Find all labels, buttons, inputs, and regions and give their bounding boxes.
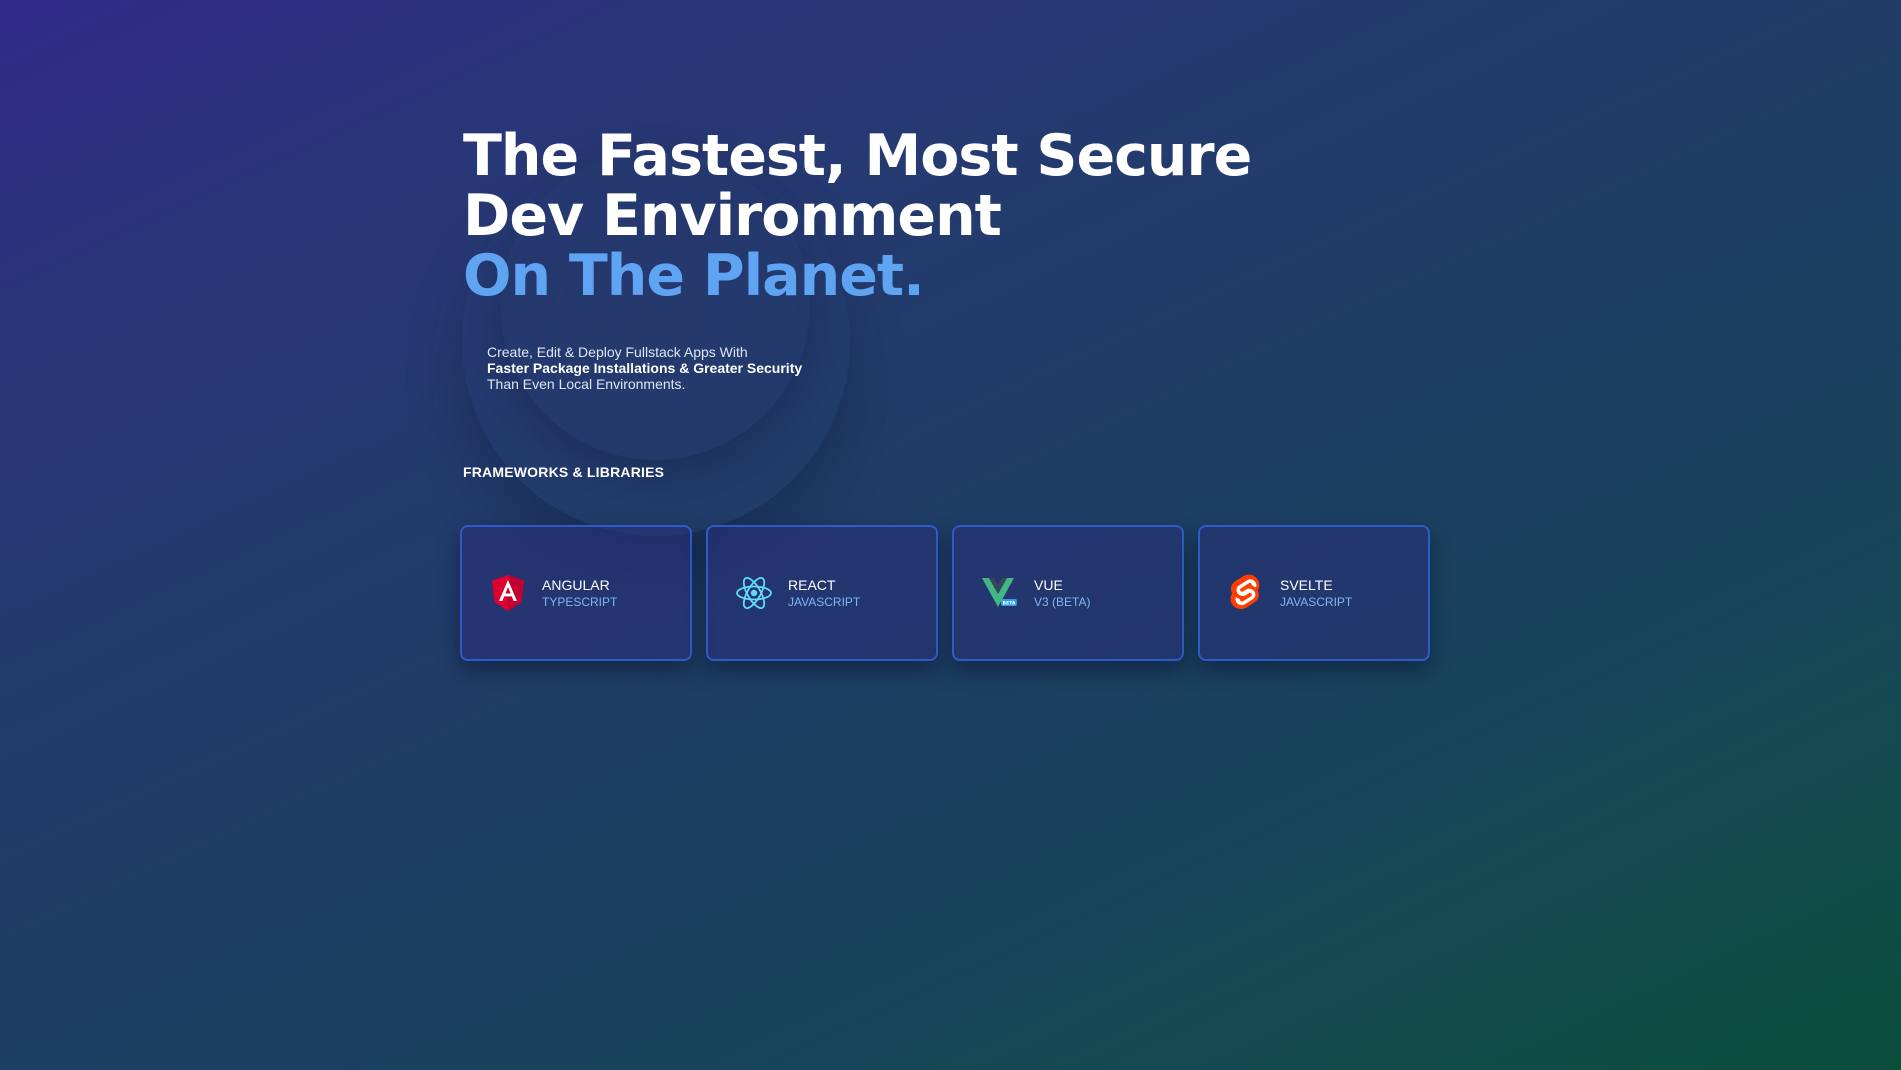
framework-card-svelte[interactable]: SVELTE JAVASCRIPT bbox=[1198, 525, 1430, 661]
framework-cards: ANGULAR TYPESCRIPT REACT JAVASCRIPT BETA… bbox=[460, 525, 1430, 661]
vue-beta-badge: BETA bbox=[1003, 601, 1016, 607]
frameworks-section-label: FRAMEWORKS & LIBRARIES bbox=[463, 464, 665, 480]
hero-section: The Fastest, Most Secure Dev Environment… bbox=[463, 126, 1363, 392]
card-subtitle: JAVASCRIPT bbox=[1280, 595, 1353, 609]
headline-line-2: Dev Environment bbox=[463, 183, 1002, 249]
hero-subtext: Create, Edit & Deploy Fullstack Apps Wit… bbox=[487, 344, 1007, 392]
svelte-icon bbox=[1226, 573, 1266, 613]
framework-card-vue[interactable]: BETA VUE V3 (BETA) bbox=[952, 525, 1184, 661]
react-icon bbox=[734, 573, 774, 613]
vue-icon: BETA bbox=[980, 573, 1020, 613]
headline-accent: On The Planet. bbox=[463, 243, 925, 309]
framework-card-angular[interactable]: ANGULAR TYPESCRIPT bbox=[460, 525, 692, 661]
card-title: ANGULAR bbox=[542, 577, 610, 593]
framework-card-react[interactable]: REACT JAVASCRIPT bbox=[706, 525, 938, 661]
angular-icon bbox=[488, 573, 528, 613]
headline-line-1: The Fastest, Most Secure bbox=[463, 123, 1252, 189]
card-title: SVELTE bbox=[1280, 577, 1333, 593]
card-text: ANGULAR TYPESCRIPT bbox=[542, 576, 617, 610]
card-title: REACT bbox=[788, 577, 836, 593]
hero-headline: The Fastest, Most Secure Dev Environment… bbox=[463, 126, 1363, 306]
subtext-highlight: Faster Package Installations & Greater S… bbox=[487, 360, 803, 376]
landing-page: The Fastest, Most Secure Dev Environment… bbox=[0, 0, 1901, 1070]
card-text: REACT JAVASCRIPT bbox=[788, 576, 860, 610]
card-text: VUE V3 (BETA) bbox=[1034, 576, 1090, 610]
card-title: VUE bbox=[1034, 577, 1063, 593]
card-subtitle: JAVASCRIPT bbox=[788, 595, 861, 609]
card-text: SVELTE JAVASCRIPT bbox=[1280, 576, 1352, 610]
subtext-line-1: Create, Edit & Deploy Fullstack Apps Wit… bbox=[487, 344, 748, 360]
card-subtitle: V3 (BETA) bbox=[1034, 595, 1091, 609]
subtext-line-3: Than Even Local Environments. bbox=[487, 376, 686, 392]
card-subtitle: TYPESCRIPT bbox=[542, 595, 618, 609]
